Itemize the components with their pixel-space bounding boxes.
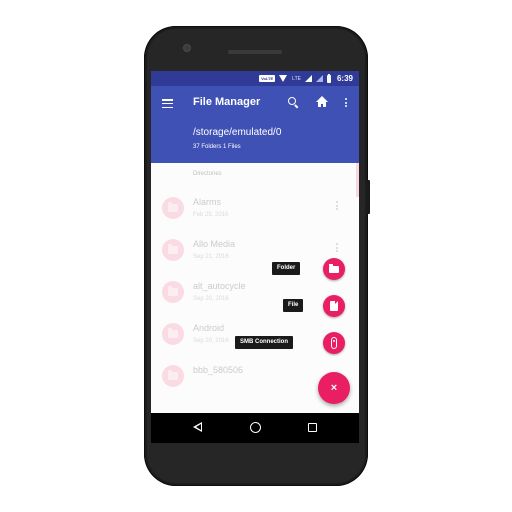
- nav-home-icon[interactable]: [250, 422, 261, 433]
- status-time: 6:39: [336, 74, 353, 83]
- battery-icon: [326, 73, 331, 83]
- folder-icon: [329, 264, 339, 273]
- folder-summary: 37 Folders 1 Files: [193, 144, 241, 150]
- fab-label-folder[interactable]: Folder: [272, 262, 301, 275]
- item-date: Feb 25, 2016: [193, 212, 229, 218]
- back-icon[interactable]: [193, 422, 202, 432]
- signal-icon-secondary: [315, 75, 323, 82]
- device-stage: VoLTE LTE 6:39 File Manager /storage/emu…: [0, 0, 512, 512]
- close-fab-button[interactable]: ×: [318, 372, 350, 404]
- new-folder-button[interactable]: [323, 258, 345, 280]
- item-name: alt_autocycle: [193, 281, 246, 291]
- item-name: Android: [193, 323, 225, 333]
- folder-icon: [162, 365, 184, 387]
- wifi-icon: [279, 75, 288, 82]
- folder-icon: [162, 239, 184, 261]
- item-more-icon[interactable]: [336, 201, 339, 211]
- file-icon: [330, 301, 338, 311]
- item-date: Sep 21, 2016: [193, 254, 229, 260]
- screen: VoLTE LTE 6:39 File Manager /storage/emu…: [151, 71, 359, 443]
- volte-badge: VoLTE: [259, 75, 276, 82]
- folder-icon: [162, 281, 184, 303]
- home-icon[interactable]: [316, 96, 328, 108]
- folder-icon: [162, 197, 184, 219]
- item-more-icon[interactable]: [336, 243, 339, 253]
- network-type: LTE: [292, 75, 301, 82]
- item-date: Sep 20, 2016: [193, 296, 229, 302]
- power-button: [367, 180, 370, 214]
- earpiece-speaker: [228, 50, 282, 54]
- item-name: Alarms: [193, 197, 222, 207]
- new-file-button[interactable]: [323, 295, 345, 317]
- list-item[interactable]: Alarms Feb 25, 2016: [151, 191, 359, 233]
- front-camera: [183, 44, 191, 52]
- app-title: File Manager: [193, 96, 261, 108]
- search-icon[interactable]: [288, 97, 299, 108]
- signal-icon: [304, 75, 312, 82]
- recents-icon[interactable]: [308, 423, 317, 432]
- fab-label-smb[interactable]: SMB Connection: [235, 336, 293, 349]
- remote-icon: [331, 337, 337, 349]
- more-vert-icon[interactable]: [345, 98, 348, 108]
- hamburger-icon[interactable]: [162, 99, 173, 109]
- section-label-directories: Directories: [193, 171, 222, 177]
- folder-icon: [162, 323, 184, 345]
- fab-label-file[interactable]: File: [283, 299, 304, 312]
- status-bar: VoLTE LTE 6:39: [151, 71, 359, 86]
- item-date: Sep 20, 2016: [193, 338, 229, 344]
- item-name: Allo Media: [193, 239, 236, 249]
- navigation-bar: [151, 413, 359, 443]
- smb-connection-button[interactable]: [323, 332, 345, 354]
- app-header: File Manager /storage/emulated/0 37 Fold…: [151, 86, 359, 163]
- item-name: bbb_580506: [193, 365, 244, 375]
- current-path: /storage/emulated/0: [193, 127, 282, 138]
